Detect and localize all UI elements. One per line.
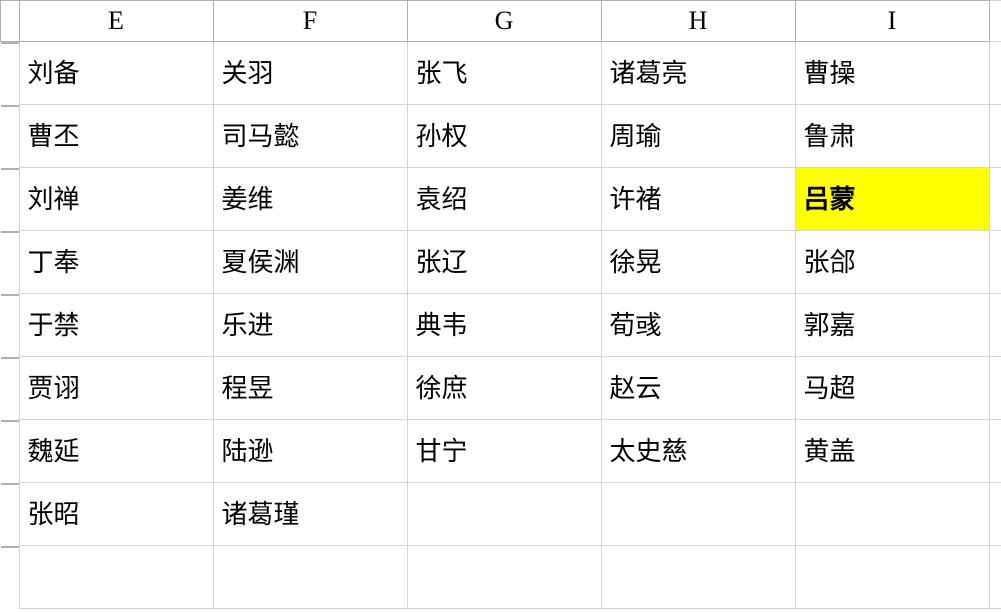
cell[interactable]: 刘禅 — [19, 168, 213, 231]
cell[interactable] — [601, 546, 795, 609]
cell[interactable]: 马超 — [795, 357, 989, 420]
cell[interactable]: 司马懿 — [213, 105, 407, 168]
cell[interactable] — [795, 483, 989, 546]
table-row: 贾诩 程昱 徐庶 赵云 马超 — [1, 357, 1001, 420]
cell[interactable]: 诸葛瑾 — [213, 483, 407, 546]
table-row: 魏延 陆逊 甘宁 太史慈 黄盖 — [1, 420, 1001, 483]
cell[interactable]: 曹操 — [795, 42, 989, 105]
cell[interactable] — [989, 294, 1001, 357]
cell[interactable] — [407, 483, 601, 546]
table-row — [1, 546, 1001, 609]
corner-cell[interactable] — [1, 1, 20, 42]
row-header[interactable] — [1, 546, 19, 548]
row-header[interactable] — [1, 42, 19, 44]
cell[interactable]: 诸葛亮 — [601, 42, 795, 105]
cell[interactable]: 程昱 — [213, 357, 407, 420]
cell-highlighted[interactable]: 吕蒙 — [795, 168, 989, 231]
cell[interactable]: 魏延 — [19, 420, 213, 483]
column-header-G[interactable]: G — [407, 1, 601, 42]
cell[interactable] — [795, 546, 989, 609]
cell[interactable]: 陆逊 — [213, 420, 407, 483]
cell[interactable]: 郭嘉 — [795, 294, 989, 357]
cell[interactable] — [213, 546, 407, 609]
column-header-H[interactable]: H — [601, 1, 795, 42]
cell[interactable] — [601, 483, 795, 546]
column-header-row: E F G H I — [1, 1, 1001, 42]
table-row: 刘备 关羽 张飞 诸葛亮 曹操 — [1, 42, 1001, 105]
cell[interactable]: 徐晃 — [601, 231, 795, 294]
cell[interactable]: 乐进 — [213, 294, 407, 357]
cell[interactable]: 甘宁 — [407, 420, 601, 483]
table-row: 张昭 诸葛瑾 — [1, 483, 1001, 546]
cell[interactable]: 荀彧 — [601, 294, 795, 357]
table-row: 丁奉 夏侯渊 张辽 徐晃 张郃 — [1, 231, 1001, 294]
table-row: 刘禅 姜维 袁绍 许褚 吕蒙 — [1, 168, 1001, 231]
cell[interactable]: 于禁 — [19, 294, 213, 357]
cell[interactable]: 赵云 — [601, 357, 795, 420]
row-header[interactable] — [1, 294, 19, 296]
cell[interactable] — [989, 231, 1001, 294]
cell[interactable]: 徐庶 — [407, 357, 601, 420]
cell[interactable]: 黄盖 — [795, 420, 989, 483]
cell[interactable]: 关羽 — [213, 42, 407, 105]
cell[interactable]: 丁奉 — [19, 231, 213, 294]
cell[interactable] — [989, 42, 1001, 105]
cell[interactable]: 孙权 — [407, 105, 601, 168]
cell[interactable]: 典韦 — [407, 294, 601, 357]
column-header-next[interactable] — [989, 1, 1001, 42]
cell[interactable]: 张飞 — [407, 42, 601, 105]
cell[interactable]: 张昭 — [19, 483, 213, 546]
column-header-F[interactable]: F — [213, 1, 407, 42]
cell[interactable] — [989, 546, 1001, 609]
cell[interactable]: 周瑜 — [601, 105, 795, 168]
cell[interactable] — [989, 168, 1001, 231]
cell[interactable] — [989, 357, 1001, 420]
cell[interactable] — [989, 420, 1001, 483]
column-header-I[interactable]: I — [795, 1, 989, 42]
cell[interactable]: 贾诩 — [19, 357, 213, 420]
row-header[interactable] — [1, 231, 19, 233]
cell[interactable]: 夏侯渊 — [213, 231, 407, 294]
cell[interactable]: 姜维 — [213, 168, 407, 231]
row-header[interactable] — [1, 483, 19, 485]
cell[interactable] — [989, 483, 1001, 546]
cell[interactable]: 刘备 — [19, 42, 213, 105]
table-row: 曹丕 司马懿 孙权 周瑜 鲁肃 — [1, 105, 1001, 168]
table-row: 于禁 乐进 典韦 荀彧 郭嘉 — [1, 294, 1001, 357]
row-header[interactable] — [1, 357, 19, 359]
cell[interactable]: 张郃 — [795, 231, 989, 294]
cell[interactable]: 张辽 — [407, 231, 601, 294]
cell[interactable] — [407, 546, 601, 609]
cell[interactable] — [989, 105, 1001, 168]
column-header-E[interactable]: E — [19, 1, 213, 42]
cell[interactable]: 太史慈 — [601, 420, 795, 483]
row-header[interactable] — [1, 168, 19, 170]
cell[interactable]: 袁绍 — [407, 168, 601, 231]
cell[interactable]: 鲁肃 — [795, 105, 989, 168]
row-header[interactable] — [1, 105, 19, 107]
cell[interactable] — [19, 546, 213, 609]
cell[interactable]: 许褚 — [601, 168, 795, 231]
cell[interactable]: 曹丕 — [19, 105, 213, 168]
spreadsheet-grid[interactable]: E F G H I 刘备 关羽 张飞 诸葛亮 曹操 曹丕 司马懿 孙权 周瑜 鲁… — [0, 0, 1001, 609]
[interactable] — [1, 420, 19, 422]
